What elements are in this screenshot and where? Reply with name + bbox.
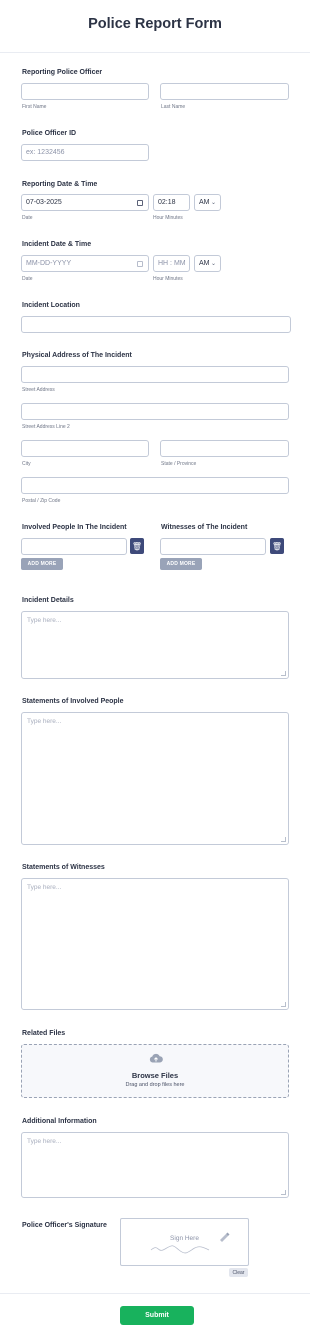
witnesses-input[interactable] <box>160 538 266 555</box>
incident-ampm-select[interactable]: AM ⌄ <box>194 255 221 272</box>
witnesses-add-more-button[interactable]: ADD MORE <box>160 558 202 570</box>
zip-input[interactable] <box>21 477 289 494</box>
city-sublabel: City <box>22 461 31 467</box>
address-label: Physical Address of The Incident <box>22 352 132 359</box>
reporting-time-value: 02:18 <box>158 199 176 206</box>
incident-location-label: Incident Location <box>22 302 80 309</box>
resize-handle-icon[interactable] <box>281 671 286 676</box>
incident-date-sublabel: Date <box>22 276 33 282</box>
incident-ampm-value: AM <box>199 260 210 267</box>
street-address-sublabel: Street Address <box>22 387 55 393</box>
calendar-icon[interactable] <box>137 261 143 267</box>
incident-details-label: Incident Details <box>22 597 74 604</box>
resize-handle-icon[interactable] <box>281 1002 286 1007</box>
incident-time-input[interactable]: HH : MM <box>153 255 190 272</box>
drag-drop-hint: Drag and drop files here <box>125 1082 185 1088</box>
street-address-input[interactable] <box>21 366 289 383</box>
statements-involved-textarea[interactable]: Type here... <box>21 712 289 845</box>
incident-date-input[interactable]: MM-DD-YYYY <box>21 255 149 272</box>
involved-label: Involved People In The Incident <box>22 524 127 531</box>
statements-involved-label: Statements of Involved People <box>22 698 124 705</box>
reporting-ampm-select[interactable]: AM ⌄ <box>194 194 221 211</box>
browse-files-text[interactable]: Browse Files <box>22 1071 288 1080</box>
reporting-date-input[interactable]: 07-03-2025 <box>21 194 149 211</box>
first-name-sublabel: First Name <box>22 104 47 110</box>
statements-witnesses-textarea[interactable]: Type here... <box>21 878 289 1010</box>
incident-location-input[interactable] <box>21 316 291 333</box>
incident-details-textarea[interactable]: Type here... <box>21 611 289 679</box>
signature-pad[interactable]: Sign Here <box>120 1218 249 1266</box>
statements-involved-placeholder: Type here... <box>27 718 62 725</box>
statements-witnesses-label: Statements of Witnesses <box>22 864 105 871</box>
header-divider <box>0 52 310 53</box>
state-sublabel: State / Province <box>161 461 197 467</box>
resize-handle-icon[interactable] <box>281 837 286 842</box>
statements-witnesses-placeholder: Type here... <box>27 884 62 891</box>
officer-id-placeholder: ex: 1232456 <box>26 149 65 156</box>
incident-time-sublabel: Hour Minutes <box>153 276 183 282</box>
additional-info-placeholder: Type here... <box>27 1138 62 1145</box>
delete-witness-button[interactable]: 🗑 <box>270 538 284 554</box>
incident-datetime-label: Incident Date & Time <box>22 241 92 248</box>
street-address-2-input[interactable] <box>21 403 289 420</box>
clear-signature-button[interactable]: Clear <box>229 1268 248 1277</box>
last-name-input[interactable] <box>160 83 289 100</box>
chevron-down-icon: ⌄ <box>210 261 216 267</box>
reporting-time-sublabel: Hour Minutes <box>153 215 183 221</box>
calendar-icon[interactable] <box>137 200 143 206</box>
additional-info-label: Additional Information <box>22 1118 97 1125</box>
pen-icon <box>220 1232 230 1242</box>
trash-icon: 🗑 <box>271 541 283 551</box>
reporting-date-sublabel: Date <box>22 215 33 221</box>
form-title: Police Report Form <box>88 16 222 32</box>
chevron-down-icon: ⌄ <box>210 200 216 206</box>
incident-details-placeholder: Type here... <box>27 617 62 624</box>
state-input[interactable] <box>160 440 289 457</box>
zip-sublabel: Postal / Zip Code <box>22 498 61 504</box>
city-input[interactable] <box>21 440 149 457</box>
additional-info-textarea[interactable]: Type here... <box>21 1132 289 1198</box>
trash-icon: 🗑 <box>131 541 143 551</box>
officer-id-label: Police Officer ID <box>22 130 77 137</box>
involved-add-more-button[interactable]: ADD MORE <box>21 558 63 570</box>
street-address-2-sublabel: Street Address Line 2 <box>22 424 70 430</box>
signature-scribble-icon <box>150 1245 210 1254</box>
first-name-input[interactable] <box>21 83 149 100</box>
reporting-date-value: 07-03-2025 <box>26 199 62 206</box>
cloud-upload-icon <box>149 1053 163 1063</box>
reporting-ampm-value: AM <box>199 199 210 206</box>
involved-input[interactable] <box>21 538 127 555</box>
submit-button[interactable]: Submit <box>120 1306 194 1325</box>
footer-divider <box>0 1293 310 1294</box>
last-name-sublabel: Last Name <box>161 104 186 110</box>
incident-time-placeholder: HH : MM <box>158 260 186 267</box>
reporting-officer-label: Reporting Police Officer <box>22 69 103 76</box>
reporting-time-input[interactable]: 02:18 <box>153 194 190 211</box>
signature-label: Police Officer's Signature <box>22 1222 107 1229</box>
resize-handle-icon[interactable] <box>281 1190 286 1195</box>
related-files-label: Related Files <box>22 1030 66 1037</box>
file-upload-dropzone[interactable]: Browse Files Drag and drop files here <box>21 1044 289 1098</box>
witnesses-label: Witnesses of The Incident <box>161 524 248 531</box>
officer-id-input[interactable]: ex: 1232456 <box>21 144 149 161</box>
incident-date-placeholder: MM-DD-YYYY <box>26 260 72 267</box>
delete-involved-button[interactable]: 🗑 <box>130 538 144 554</box>
reporting-datetime-label: Reporting Date & Time <box>22 181 98 188</box>
